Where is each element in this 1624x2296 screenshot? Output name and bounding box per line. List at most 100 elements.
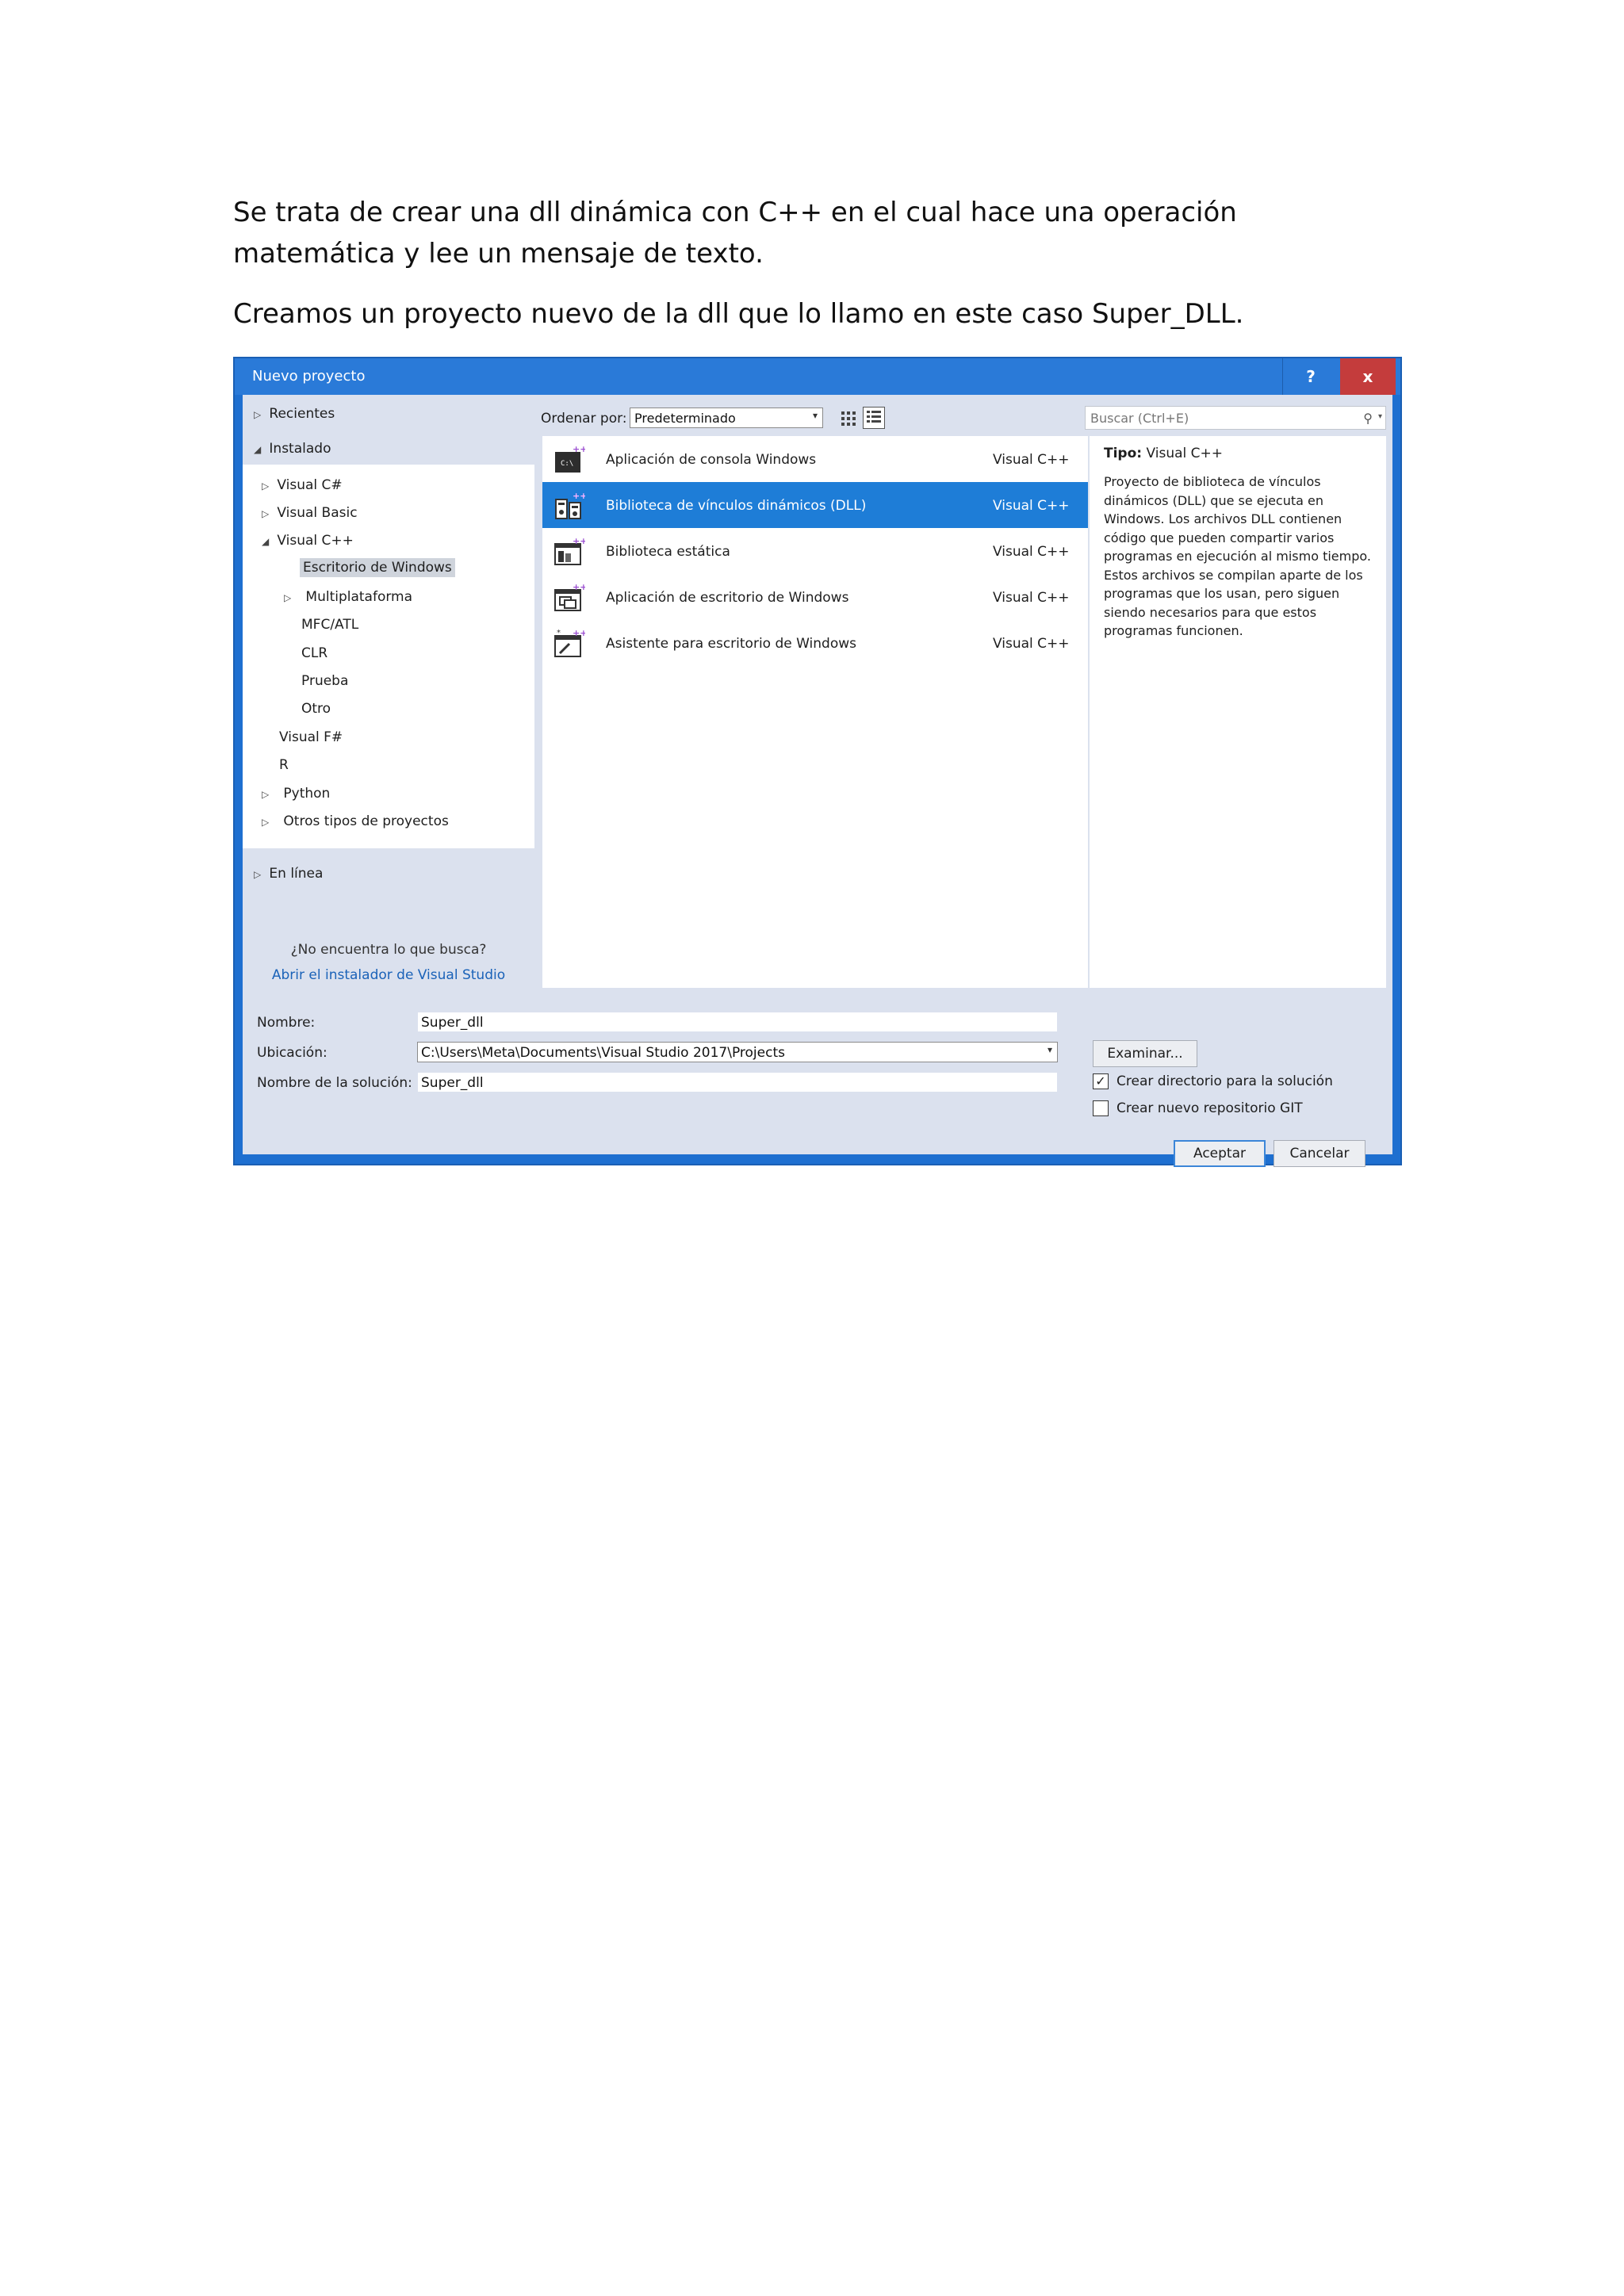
description-line: Estos archivos se compilan aparte de los	[1104, 567, 1363, 583]
search-placeholder: Buscar (Ctrl+E)	[1090, 411, 1189, 426]
not-found-text: ¿No encuentra lo que busca?	[290, 942, 487, 958]
tree-item-test[interactable]: Prueba	[301, 673, 348, 689]
collapse-icon: ◢	[262, 536, 270, 547]
description-line: código que pueden compartir varios	[1104, 530, 1335, 545]
template-item-console-app[interactable]: C:\ ++ Aplicación de consola Windows Vis…	[542, 436, 1088, 482]
create-directory-option[interactable]: ✓ Crear directorio para la solución	[1093, 1073, 1333, 1089]
template-item-desktop-wizard[interactable]: * ++ Asistente para escritorio de Window…	[542, 620, 1088, 666]
tree-item-clr[interactable]: CLR	[301, 645, 327, 661]
template-language: Visual C++	[993, 498, 1070, 514]
description-line: programas que los usan, pero siguen	[1104, 586, 1340, 601]
sort-label: Ordenar por:	[541, 411, 627, 427]
category-installed-label: Instalado	[269, 441, 331, 457]
template-language: Visual C++	[993, 544, 1070, 560]
static-lib-icon: ++	[554, 536, 585, 565]
new-project-dialog: Nuevo proyecto ? x ▷ Recientes ◢ Instala…	[233, 357, 1402, 1167]
tree-item-visual-basic[interactable]: ▷ Visual Basic	[262, 505, 358, 521]
template-name: Biblioteca estática	[606, 544, 730, 560]
console-app-icon: C:\ ++	[555, 444, 585, 473]
svg-text:++: ++	[573, 536, 585, 546]
category-recent[interactable]: ▷ Recientes	[254, 406, 335, 422]
expand-icon: ▷	[284, 592, 292, 603]
svg-text:++: ++	[573, 628, 585, 638]
tree-item-other-project-types[interactable]: ▷ Otros tipos de proyectos	[262, 813, 449, 829]
grid-view-icon[interactable]	[839, 408, 858, 427]
tree-item-python[interactable]: ▷ Python	[262, 786, 330, 802]
tree-item-label: MFC/ATL	[301, 617, 359, 633]
tree-item-visual-cpp[interactable]: ◢ Visual C++	[262, 533, 354, 549]
chevron-down-icon: ▾	[812, 410, 818, 421]
description-line: programas funcionen.	[1104, 623, 1243, 638]
expand-icon: ▷	[262, 480, 270, 492]
category-installed[interactable]: ◢ Instalado	[254, 441, 331, 457]
intro-paragraph: Se trata de crear una dll dinámica con C…	[233, 197, 1237, 270]
search-icon[interactable]: ⚲	[1363, 411, 1373, 426]
type-value: Visual C++	[1146, 446, 1223, 461]
solution-name-label: Nombre de la solución:	[257, 1075, 412, 1091]
template-name: Asistente para escritorio de Windows	[606, 636, 857, 652]
category-online[interactable]: ▷ En línea	[254, 866, 323, 882]
template-item-desktop-app[interactable]: ++ Aplicación de escritorio de Windows V…	[542, 574, 1088, 620]
template-language: Visual C++	[993, 636, 1070, 652]
type-label: Tipo:	[1104, 446, 1143, 461]
tree-item-visual-csharp[interactable]: ▷ Visual C#	[262, 477, 343, 493]
tree-item-label: Otro	[301, 701, 331, 717]
list-view-icon[interactable]	[863, 407, 885, 429]
template-language: Visual C++	[993, 452, 1070, 468]
search-input[interactable]: Buscar (Ctrl+E) ⚲ ▾	[1085, 406, 1386, 430]
open-installer-link[interactable]: Abrir el instalador de Visual Studio	[243, 967, 534, 983]
tree-item-windows-desktop[interactable]: Escritorio de Windows	[300, 558, 455, 577]
tree-item-label: Visual F#	[279, 729, 343, 745]
tree-item-multiplatform[interactable]: ▷ Multiplataforma	[284, 589, 412, 605]
dialog-titlebar[interactable]: Nuevo proyecto ? x	[235, 358, 1400, 395]
template-list: C:\ ++ Aplicación de consola Windows Vis…	[542, 436, 1088, 988]
description-line: Proyecto de biblioteca de vínculos	[1104, 474, 1321, 489]
ok-button[interactable]: Aceptar	[1174, 1140, 1266, 1167]
create-git-label: Crear nuevo repositorio GIT	[1116, 1100, 1303, 1116]
tree-item-label: Multiplataforma	[305, 589, 413, 605]
help-button[interactable]: ?	[1282, 358, 1339, 395]
svg-text:C:\: C:\	[561, 460, 573, 468]
dialog-body: ▷ Recientes ◢ Instalado ▷ Visual C# ▷ Vi…	[243, 395, 1392, 1167]
cancel-button[interactable]: Cancelar	[1274, 1140, 1365, 1167]
description-line: siendo necesarios para que estos	[1104, 604, 1317, 620]
template-categories-panel: ▷ Recientes ◢ Instalado ▷ Visual C# ▷ Vi…	[243, 395, 534, 988]
tree-item-other[interactable]: Otro	[301, 701, 331, 717]
template-name: Biblioteca de vínculos dinámicos (DLL)	[606, 498, 867, 514]
expand-icon: ▷	[262, 789, 270, 800]
tree-item-visual-fsharp[interactable]: Visual F#	[279, 729, 343, 745]
tree-item-label: Visual C++	[277, 533, 354, 549]
solution-name-input[interactable]: Super_dll	[417, 1072, 1058, 1093]
collapse-icon: ◢	[254, 444, 262, 455]
browse-button[interactable]: Examinar...	[1093, 1040, 1197, 1067]
expand-icon: ▷	[254, 409, 262, 420]
template-description-panel: Tipo: Visual C++ Proyecto de biblioteca …	[1090, 436, 1386, 988]
create-directory-checkbox[interactable]: ✓	[1093, 1073, 1109, 1089]
tree-item-r[interactable]: R	[279, 757, 289, 773]
expand-icon: ▷	[262, 508, 270, 519]
tree-item-mfc-atl[interactable]: MFC/ATL	[301, 617, 358, 633]
location-dropdown[interactable]: C:\Users\Meta\Documents\Visual Studio 20…	[417, 1042, 1058, 1062]
desktop-wizard-icon: * ++	[554, 628, 585, 657]
chevron-down-icon[interactable]: ▾	[1378, 412, 1382, 421]
solution-name-value: Super_dll	[421, 1075, 484, 1091]
tree-item-label: R	[279, 757, 289, 773]
name-label: Nombre:	[257, 1015, 316, 1031]
create-git-checkbox[interactable]	[1093, 1100, 1109, 1116]
second-paragraph: Creamos un proyecto nuevo de la dll que …	[233, 298, 1244, 330]
project-name-input[interactable]: Super_dll	[417, 1012, 1058, 1032]
installed-tree: ▷ Visual C# ▷ Visual Basic ◢ Visual C++ …	[243, 465, 534, 848]
sort-dropdown[interactable]: Predeterminado ▾	[630, 408, 823, 428]
template-item-static-lib[interactable]: ++ Biblioteca estática Visual C++	[542, 528, 1088, 574]
close-button[interactable]: x	[1340, 358, 1396, 395]
template-name: Aplicación de escritorio de Windows	[606, 590, 849, 606]
project-name-value: Super_dll	[421, 1015, 484, 1031]
tree-item-label: Otros tipos de proyectos	[283, 813, 449, 829]
svg-text:*: *	[557, 629, 561, 637]
create-git-option[interactable]: Crear nuevo repositorio GIT	[1093, 1100, 1303, 1116]
tree-item-label: CLR	[301, 645, 328, 661]
template-item-dll[interactable]: ++ Biblioteca de vínculos dinámicos (DLL…	[542, 482, 1088, 528]
tree-item-label: Visual C#	[277, 477, 343, 493]
description-line: dinámicos (DLL) que se ejecuta en	[1104, 492, 1324, 508]
tree-item-label: Prueba	[301, 673, 349, 689]
